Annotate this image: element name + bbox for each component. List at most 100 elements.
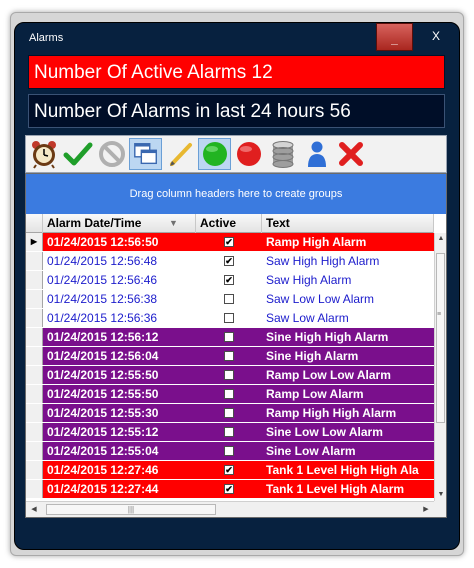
copy-windows-icon [133, 143, 157, 165]
row-indicator-cell[interactable] [26, 328, 43, 346]
table-row[interactable]: 01/24/2015 12:55:04 Sine Low Alarm [26, 442, 434, 461]
active-checkbox[interactable]: ✔ [224, 483, 234, 494]
active-checkbox[interactable]: ✔ [224, 236, 234, 247]
alarm-date-time-cell: 01/24/2015 12:55:50 [47, 368, 159, 382]
last-24-hours-banner: Number Of Alarms in last 24 hours 56 [28, 94, 445, 128]
minimize-button[interactable]: _ [376, 23, 413, 51]
row-indicator-cell[interactable] [26, 480, 43, 498]
sort-arrow-icon: ▼ [169, 218, 178, 228]
active-checkbox[interactable] [224, 388, 234, 399]
table-row[interactable]: 01/24/2015 12:56:38 Saw Low Low Alarm [26, 290, 434, 309]
table-row[interactable]: 01/24/2015 12:55:30 Ramp High High Alarm [26, 404, 434, 423]
title-bar[interactable]: Alarms _ X [15, 23, 459, 51]
alarm-clock-icon [31, 141, 56, 169]
row-indicator-cell[interactable] [26, 347, 43, 365]
active-cell [196, 366, 262, 384]
user-icon [307, 141, 326, 167]
scroll-right-arrow-icon[interactable]: ▶ [420, 504, 432, 516]
row-indicator-cell[interactable] [26, 271, 43, 289]
active-cell [196, 347, 262, 365]
red-circle-icon [236, 142, 261, 166]
active-checkbox[interactable] [224, 369, 234, 380]
checkmark-icon [63, 142, 92, 166]
alarm-text-cell: Sine High Alarm [266, 349, 359, 363]
table-row[interactable]: 01/24/2015 12:56:36 Saw Low Alarm [26, 309, 434, 328]
alarm-date-time-cell: 01/24/2015 12:56:50 [47, 235, 159, 249]
active-checkbox[interactable] [224, 445, 234, 456]
alarm-grid: Drag column headers here to create group… [25, 173, 447, 518]
active-cell: ✔ [196, 233, 262, 251]
copy-button[interactable] [129, 138, 162, 170]
acknowledge-button[interactable] [61, 138, 94, 170]
header-active[interactable]: Active [196, 214, 262, 233]
table-row[interactable]: 01/24/2015 12:56:12 Sine High High Alarm [26, 328, 434, 347]
scroll-up-arrow-icon[interactable]: ▲ [435, 233, 447, 245]
red-status-button[interactable] [232, 138, 265, 170]
active-checkbox[interactable] [224, 293, 234, 304]
disable-button[interactable] [95, 138, 128, 170]
active-checkbox[interactable]: ✔ [224, 274, 234, 285]
scroll-left-arrow-icon[interactable]: ◀ [28, 504, 40, 516]
database-icon [272, 141, 293, 168]
table-row[interactable]: 01/24/2015 12:55:50 Ramp Low Alarm [26, 385, 434, 404]
horizontal-scroll-thumb[interactable]: ||| [46, 504, 216, 515]
alarm-date-time-cell: 01/24/2015 12:27:44 [47, 482, 159, 496]
table-row[interactable]: 01/24/2015 12:55:12 Sine Low Low Alarm [26, 423, 434, 442]
horizontal-scrollbar[interactable]: ◀ ||| ▶ [26, 501, 434, 517]
table-row[interactable]: 01/24/2015 12:56:04 Sine High Alarm [26, 347, 434, 366]
delete-button[interactable] [334, 138, 367, 170]
active-alarms-banner: Number Of Active Alarms 12 [28, 55, 445, 89]
active-checkbox[interactable] [224, 331, 234, 342]
alarm-text-cell: Ramp Low Low Alarm [266, 368, 391, 382]
active-checkbox[interactable] [224, 407, 234, 418]
green-status-button[interactable] [198, 138, 231, 170]
row-indicator-cell[interactable] [26, 461, 43, 479]
table-row[interactable]: 01/24/2015 12:55:50 Ramp Low Low Alarm [26, 366, 434, 385]
active-cell [196, 404, 262, 422]
table-row[interactable]: ▶ 01/24/2015 12:56:50 ✔ Ramp High Alarm [26, 233, 434, 252]
alarms-window: Alarms _ X Number Of Active Alarms 12 Nu… [14, 22, 460, 550]
alarm-text-cell: Saw High Alarm [266, 273, 352, 287]
database-button[interactable] [266, 138, 299, 170]
active-checkbox[interactable] [224, 350, 234, 361]
active-checkbox[interactable]: ✔ [224, 255, 234, 266]
row-indicator-cell[interactable] [26, 404, 43, 422]
close-button[interactable]: X [421, 25, 451, 47]
row-indicator-cell[interactable] [26, 290, 43, 308]
alarm-date-time-cell: 01/24/2015 12:56:36 [47, 311, 158, 325]
active-cell: ✔ [196, 480, 262, 498]
table-row[interactable]: 01/24/2015 12:27:46 ✔ Tank 1 Level High Hi… [26, 461, 434, 480]
alarm-date-time-cell: 01/24/2015 12:56:48 [47, 254, 158, 268]
active-cell [196, 309, 262, 327]
alarm-clock-button[interactable] [27, 138, 60, 170]
active-cell: ✔ [196, 461, 262, 479]
vertical-scrollbar[interactable]: ▲ ≡ ▼ [434, 233, 446, 501]
row-indicator-cell[interactable] [26, 366, 43, 384]
row-indicator-cell[interactable] [26, 442, 43, 460]
row-indicator-cell[interactable] [26, 385, 43, 403]
edit-button[interactable] [164, 138, 197, 170]
active-cell [196, 423, 262, 441]
scroll-down-arrow-icon[interactable]: ▼ [435, 489, 447, 501]
table-row[interactable]: 01/24/2015 12:27:44 ✔ Tank 1 Level High Al… [26, 480, 434, 499]
vertical-scroll-thumb[interactable] [436, 253, 445, 423]
active-checkbox[interactable] [224, 426, 234, 437]
alarm-date-time-cell: 01/24/2015 12:56:46 [47, 273, 158, 287]
active-checkbox[interactable]: ✔ [224, 464, 234, 475]
row-indicator-cell[interactable] [26, 309, 43, 327]
alarm-text-cell: Saw Low Low Alarm [266, 292, 375, 306]
table-row[interactable]: 01/24/2015 12:56:46 ✔ Saw High Alarm [26, 271, 434, 290]
active-checkbox[interactable] [224, 312, 234, 323]
row-indicator-cell[interactable] [26, 252, 43, 270]
scroll-corner [434, 501, 446, 517]
user-button[interactable] [300, 138, 333, 170]
alarm-date-time-cell: 01/24/2015 12:27:46 [47, 463, 159, 477]
row-indicator-cell[interactable]: ▶ [26, 233, 43, 251]
group-by-panel[interactable]: Drag column headers here to create group… [26, 174, 446, 214]
row-indicator-cell[interactable] [26, 423, 43, 441]
table-row[interactable]: 01/24/2015 12:56:48 ✔ Saw High High Alarm [26, 252, 434, 271]
grid-rows: ▶ 01/24/2015 12:56:50 ✔ Ramp High Alarm 01/2… [26, 233, 434, 499]
alarm-text-cell: Tank 1 Level High Alarm [266, 482, 405, 496]
alarm-date-time-cell: 01/24/2015 12:55:04 [47, 444, 159, 458]
header-text[interactable]: Text [262, 214, 434, 233]
